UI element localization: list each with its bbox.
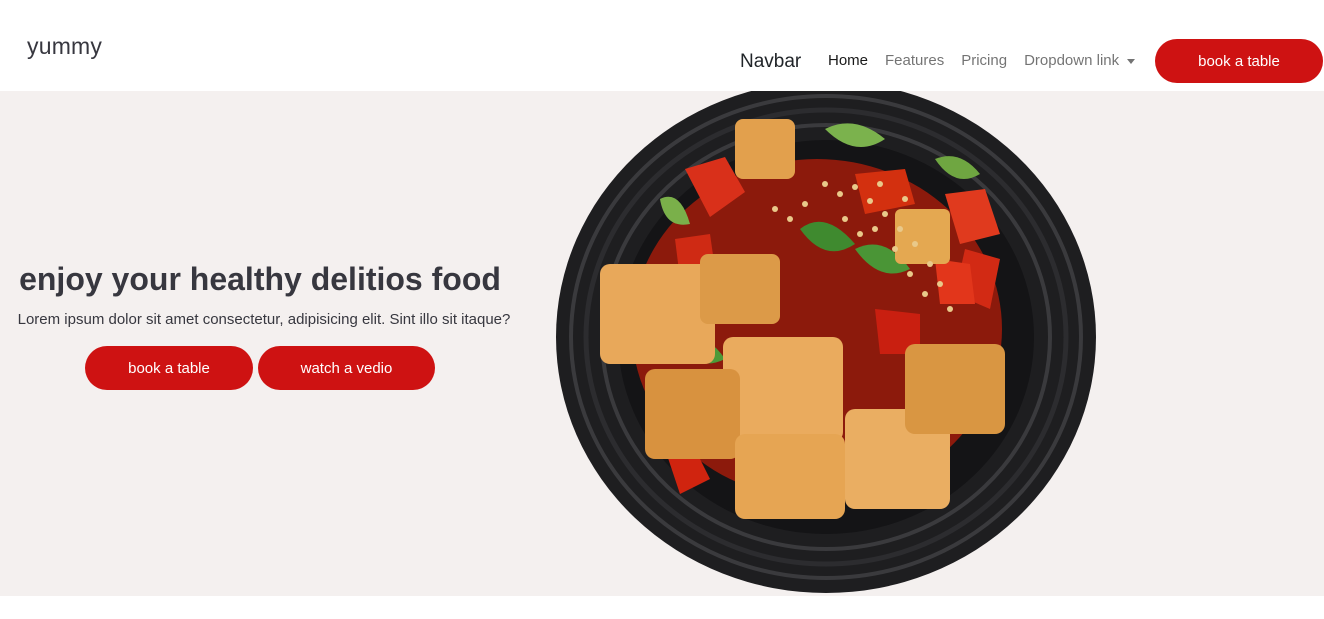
nav-link-home[interactable]: Home xyxy=(828,52,868,69)
hero-description: Lorem ipsum dolor sit amet consectetur, … xyxy=(17,311,511,328)
main-nav: Home Features Pricing Dropdown link xyxy=(828,52,1136,69)
hero-watch-video-button[interactable]: watch a vedio xyxy=(258,346,435,390)
nav-link-pricing[interactable]: Pricing xyxy=(961,52,1007,69)
caret-down-icon xyxy=(1127,59,1136,64)
hero-section: enjoy your healthy delitios food Lorem i… xyxy=(0,91,1324,596)
page-bottom-spacer xyxy=(0,596,1324,619)
nav-dropdown-label: Dropdown link xyxy=(1024,52,1120,69)
nav-dropdown-link[interactable]: Dropdown link xyxy=(1024,52,1136,69)
site-header: yummy Navbar Home Features Pricing Dropd… xyxy=(0,0,1324,91)
hero-book-table-button[interactable]: book a table xyxy=(85,346,253,390)
nav-link-features[interactable]: Features xyxy=(885,52,944,69)
hero-title: enjoy your healthy delitios food xyxy=(19,261,501,297)
food-dish-image xyxy=(556,91,1096,593)
header-book-table-button[interactable]: book a table xyxy=(1155,39,1323,83)
navbar-brand[interactable]: Navbar xyxy=(740,51,801,73)
site-logo[interactable]: yummy xyxy=(27,33,102,60)
